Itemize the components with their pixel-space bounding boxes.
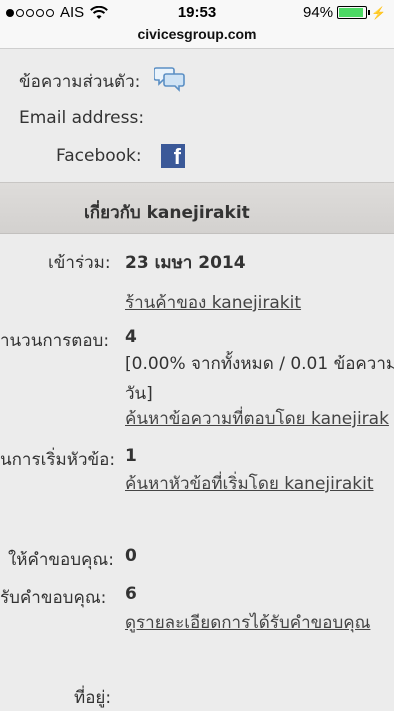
pm-label: ข้อความส่วนตัว: (19, 72, 141, 92)
joined-value: 23 เมษา 2014 (125, 253, 246, 273)
url-text[interactable]: civicesgroup.com (137, 26, 256, 42)
facebook-label: Facebook: (56, 146, 142, 166)
email-label: Email address: (19, 108, 145, 128)
topics-value: 1 (125, 446, 137, 466)
about-section-header: เกี่ยวกับ kanejirakit (0, 182, 394, 234)
posts-stats-line2: วัน] (125, 384, 153, 404)
facebook-icon[interactable]: f (161, 144, 185, 168)
topics-label: นการเริ่มหัวข้อ: (0, 450, 116, 470)
posts-stats-line1: [0.00% จากทั้งหมด / 0.01 ข้อความ (125, 354, 394, 374)
battery-icon (337, 6, 371, 19)
status-right: 94% ⚡ (303, 4, 386, 21)
thanks-detail-link[interactable]: ดูรายละเอียดการได้รับคำขอบคุณ (125, 609, 370, 636)
battery-fill (339, 8, 364, 17)
joined-label: เข้าร่วม: (48, 253, 111, 273)
private-message-icon[interactable] (154, 65, 186, 93)
thanks-received-value: 6 (125, 584, 137, 604)
thanks-given-value: 0 (125, 546, 137, 566)
topics-search-link[interactable]: ค้นหาหัวข้อที่เริ่มโดย kanejirakit (125, 470, 374, 497)
location-label: ที่อยู่: (74, 688, 112, 708)
url-bar[interactable]: civicesgroup.com (0, 22, 394, 49)
charging-bolt-icon: ⚡ (371, 5, 386, 20)
thanks-received-label: รับคำขอบคุณ: (0, 588, 107, 608)
about-title: เกี่ยวกับ kanejirakit (84, 203, 250, 223)
posts-search-link[interactable]: ค้นหาข้อความที่ตอบโดย kanejirak (125, 405, 389, 432)
shop-link[interactable]: ร้านค้าของ kanejirakit (125, 289, 301, 316)
posts-label: านวนการตอบ: (0, 331, 110, 351)
thanks-given-label: ให้คำขอบคุณ: (8, 550, 114, 570)
battery-percent: 94% (303, 4, 334, 21)
posts-value: 4 (125, 327, 137, 347)
